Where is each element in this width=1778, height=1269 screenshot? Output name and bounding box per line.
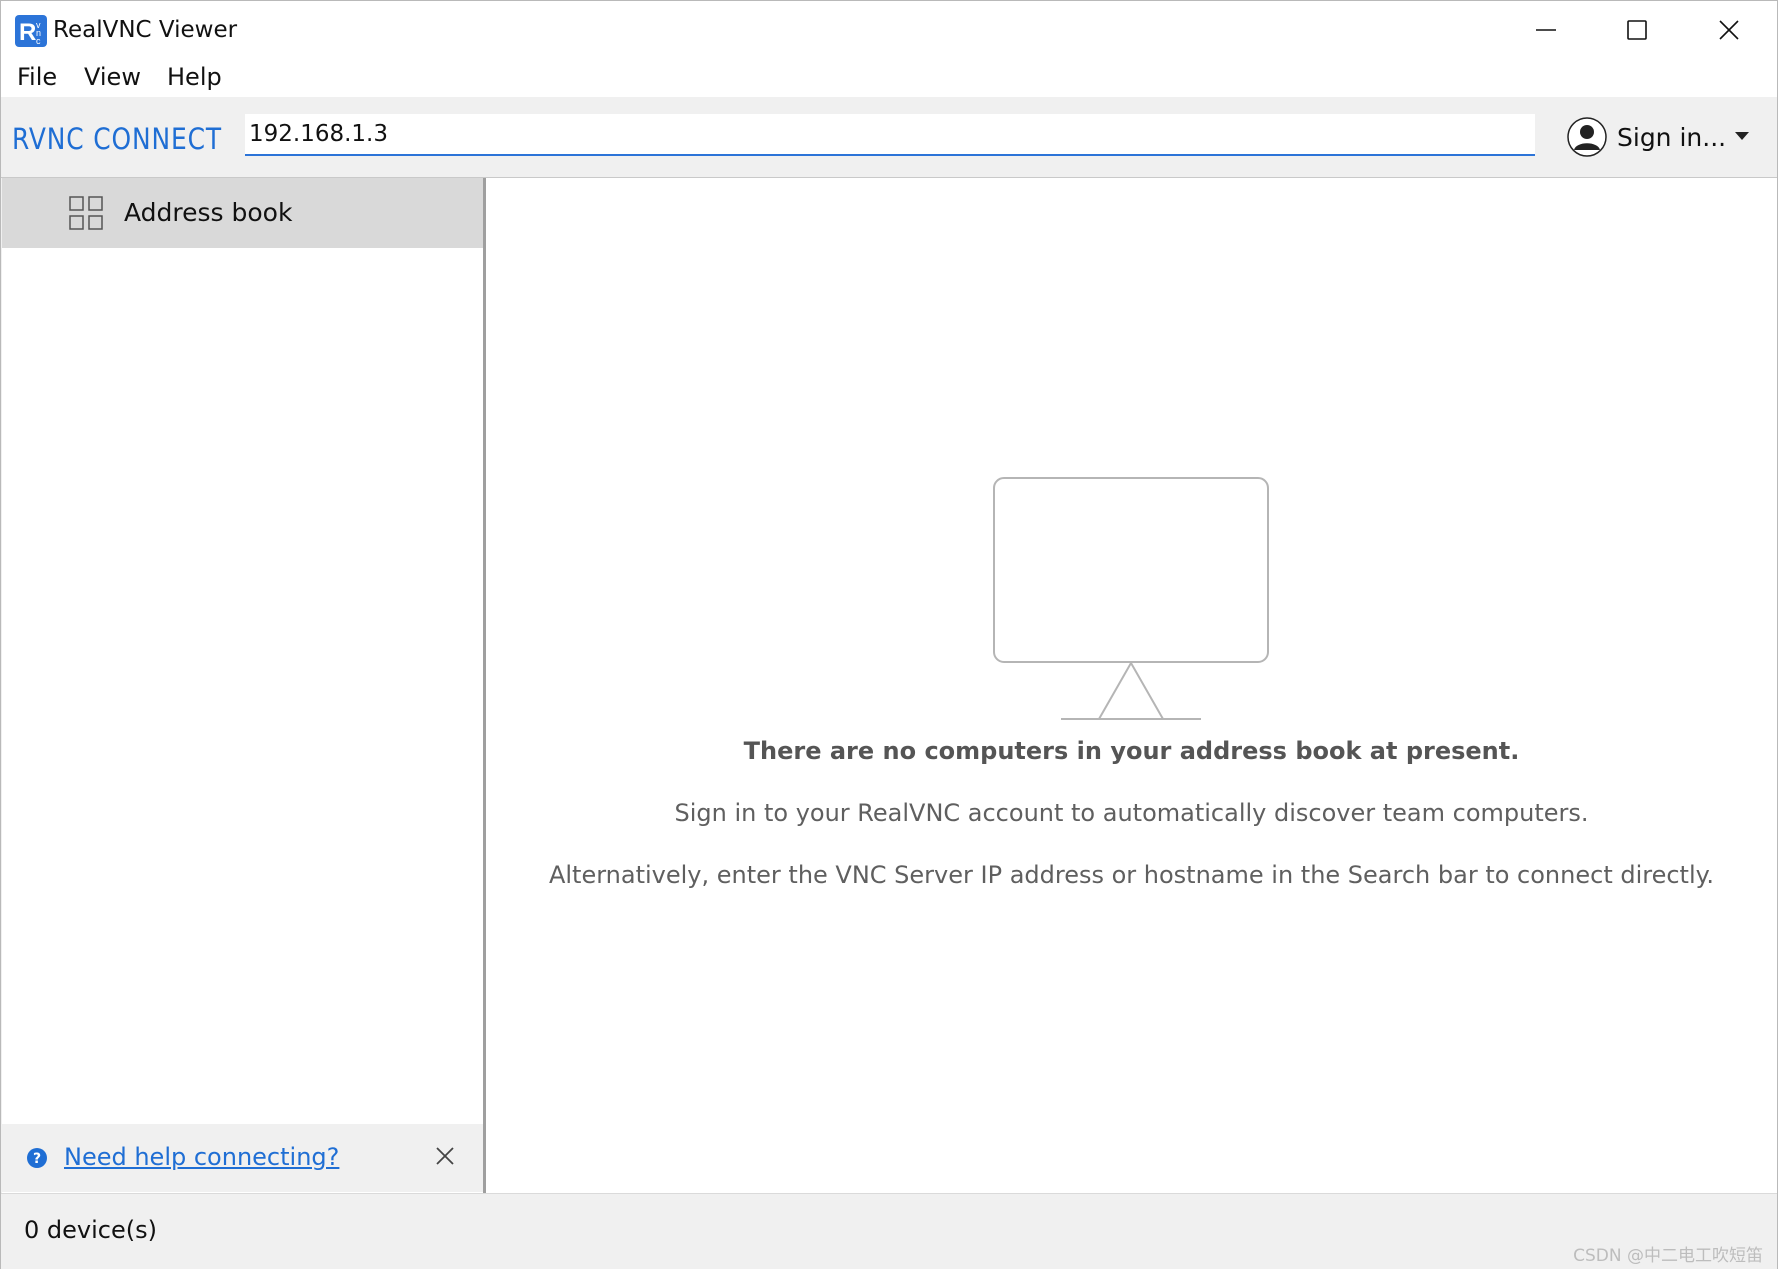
device-count: 0 device(s) — [24, 1216, 157, 1244]
sidebar: Address book ? Need help connecting? — [2, 178, 486, 1193]
svg-text:RVNC CONNECT: RVNC CONNECT — [12, 122, 222, 156]
svg-text:R: R — [19, 19, 36, 46]
close-icon — [1719, 20, 1739, 40]
need-help-link[interactable]: Need help connecting? — [64, 1143, 339, 1171]
minimize-button[interactable] — [1501, 1, 1591, 59]
help-bar: ? Need help connecting? — [2, 1124, 483, 1192]
close-window-button[interactable] — [1684, 1, 1774, 59]
title-bar: R v n c RealVNC Viewer — [1, 1, 1777, 59]
sign-in-button[interactable]: Sign in... — [1567, 115, 1726, 159]
watermark: CSDN @中二电工吹短笛 — [1573, 1246, 1763, 1266]
window-title: RealVNC Viewer — [53, 17, 238, 43]
question-icon: ? — [27, 1148, 47, 1168]
empty-state-line-1: Sign in to your RealVNC account to autom… — [674, 799, 1589, 827]
svg-text:?: ? — [33, 1151, 41, 1167]
status-bar: 0 device(s) — [1, 1193, 1777, 1269]
toolbar: RVNC CONNECT Sign in... — [1, 97, 1777, 178]
svg-text:c: c — [36, 36, 41, 46]
rvnc-connect-logo: RVNC CONNECT — [12, 122, 222, 156]
app-window: R v n c RealVNC Viewer File View Help RV… — [0, 0, 1778, 1269]
menu-view[interactable]: View — [84, 63, 141, 91]
empty-state-title: There are no computers in your address b… — [743, 737, 1520, 765]
menu-help[interactable]: Help — [167, 63, 222, 91]
close-icon[interactable] — [434, 1145, 456, 1167]
sidebar-item-label: Address book — [124, 198, 293, 227]
sidebar-item-address-book[interactable]: Address book — [2, 178, 483, 248]
chevron-down-icon[interactable] — [1734, 130, 1750, 142]
grid-icon — [69, 196, 103, 230]
sign-in-label: Sign in... — [1617, 122, 1727, 152]
user-avatar-icon — [1567, 117, 1607, 157]
minimize-icon — [1536, 29, 1556, 31]
empty-state-line-2: Alternatively, enter the VNC Server IP a… — [548, 861, 1715, 889]
maximize-button[interactable] — [1592, 1, 1682, 59]
empty-monitor-illustration — [993, 477, 1269, 720]
search-input[interactable] — [245, 114, 1535, 156]
realvnc-app-icon: R v n c — [15, 15, 47, 47]
maximize-icon — [1627, 20, 1647, 40]
menu-file[interactable]: File — [17, 63, 57, 91]
menu-bar: File View Help — [1, 59, 1777, 97]
